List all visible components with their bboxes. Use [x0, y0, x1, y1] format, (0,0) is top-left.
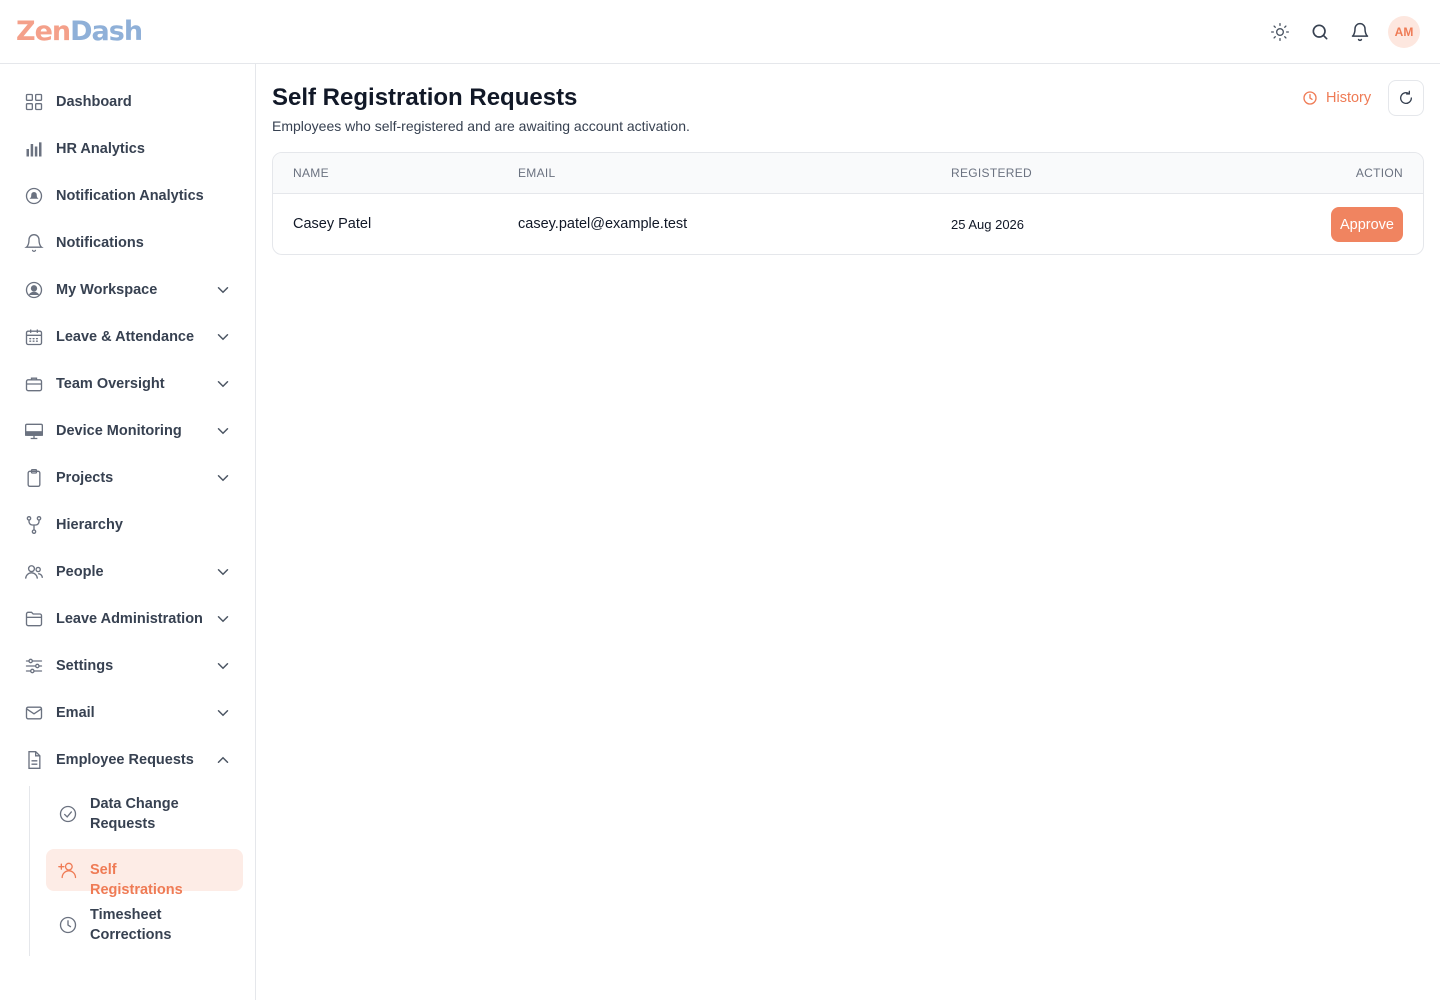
- sidebar-item-projects[interactable]: Projects: [16, 458, 244, 498]
- sidebar-item-settings[interactable]: Settings: [16, 646, 244, 686]
- mail-icon: [25, 706, 43, 720]
- sidebar-item-email[interactable]: Email: [16, 693, 244, 733]
- user-circle-icon: [25, 281, 43, 299]
- sidebar-subitem-label: Self Registrations: [90, 862, 183, 898]
- avatar[interactable]: AM: [1388, 16, 1420, 48]
- sidebar-item-label: Projects: [56, 470, 114, 486]
- sidebar-item-leave-attendance[interactable]: Leave & Attendance: [16, 317, 244, 357]
- table-header: NAME EMAIL REGISTERED ACTION: [273, 153, 1423, 194]
- chevron-down-icon[interactable]: [214, 704, 232, 722]
- sidebar-item-label: Leave Administration: [56, 611, 203, 627]
- column-header-email: EMAIL: [518, 166, 556, 180]
- chevron-down-icon[interactable]: [214, 563, 232, 581]
- page-title: Self Registration Requests: [272, 84, 578, 111]
- branch-icon: [26, 516, 42, 534]
- calendar-icon: [25, 329, 43, 346]
- sliders-icon: [25, 658, 43, 674]
- clock-icon: [1303, 91, 1317, 105]
- column-header-action: ACTION: [1355, 166, 1403, 180]
- briefcase-icon: [25, 377, 43, 392]
- sidebar-subitem-label: Timesheet Corrections: [90, 907, 172, 943]
- refresh-icon: [1400, 90, 1413, 104]
- submenu-divider: [29, 786, 30, 956]
- sidebar-item-notifications[interactable]: Notifications: [16, 223, 244, 263]
- users-icon: [25, 565, 43, 579]
- clipboard-icon: [27, 469, 41, 487]
- refresh-button[interactable]: [1388, 80, 1424, 116]
- sidebar-item-label: Leave & Attendance: [56, 329, 195, 345]
- sidebar-item-label: Dashboard: [56, 94, 132, 110]
- monitor-icon: [25, 423, 43, 440]
- registrations-table: NAME EMAIL REGISTERED ACTION Casey Patel…: [272, 152, 1424, 255]
- sidebar-item-employee-requests[interactable]: Employee Requests: [16, 740, 244, 780]
- check-circle-icon: [59, 805, 77, 823]
- folder-icon: [25, 611, 43, 627]
- sun-icon[interactable]: [1268, 16, 1292, 48]
- bell-circle-icon: [25, 187, 43, 205]
- top-bar: ZenDash AM: [0, 0, 1440, 64]
- search-icon[interactable]: [1308, 16, 1332, 48]
- sidebar-subitem-data-change-requests[interactable]: Data Change Requests: [46, 790, 243, 838]
- chevron-down-icon[interactable]: [214, 657, 232, 675]
- cell-name: Casey Patel: [293, 216, 372, 232]
- clock-icon: [59, 916, 77, 934]
- sidebar-item-hierarchy[interactable]: Hierarchy: [16, 505, 244, 545]
- sidebar-item-device-monitoring[interactable]: Device Monitoring: [16, 411, 244, 451]
- cell-registered: 25 Aug 2026: [951, 217, 1025, 232]
- history-button[interactable]: History: [1302, 86, 1371, 110]
- app-logo[interactable]: ZenDash: [16, 16, 143, 47]
- sidebar-item-hr-analytics[interactable]: HR Analytics: [16, 129, 244, 169]
- page-subtitle: Employees who self-registered and are aw…: [272, 118, 690, 134]
- document-icon: [28, 751, 41, 769]
- sidebar-item-label: Hierarchy: [56, 517, 123, 533]
- sidebar-item-label: Settings: [56, 658, 114, 674]
- column-header-registered: REGISTERED: [951, 166, 1033, 180]
- sidebar-item-people[interactable]: People: [16, 552, 244, 592]
- sidebar-item-label: Team Oversight: [56, 376, 165, 392]
- table-row: Casey Patel casey.patel@example.test 25 …: [273, 194, 1423, 254]
- sidebar: Dashboard HR Analytics Notification Anal…: [0, 64, 256, 1000]
- chevron-up-icon[interactable]: [214, 751, 232, 769]
- sidebar-item-label: My Workspace: [56, 282, 158, 298]
- chevron-down-icon[interactable]: [214, 422, 232, 440]
- bell-icon: [24, 234, 44, 253]
- sidebar-item-label: Email: [56, 705, 95, 721]
- sidebar-item-my-workspace[interactable]: My Workspace: [16, 270, 244, 310]
- chevron-down-icon[interactable]: [214, 375, 232, 393]
- sidebar-item-notification-analytics[interactable]: Notification Analytics: [16, 176, 244, 216]
- chevron-down-icon[interactable]: [214, 610, 232, 628]
- sidebar-item-label: Employee Requests: [56, 752, 194, 768]
- top-actions: AM: [1268, 16, 1420, 48]
- sidebar-subitem-label: Data Change Requests: [90, 796, 179, 832]
- sidebar-subitem-timesheet-corrections[interactable]: Timesheet Corrections: [46, 901, 243, 949]
- sidebar-item-dashboard[interactable]: Dashboard: [16, 82, 244, 122]
- sidebar-item-label: Device Monitoring: [56, 423, 182, 439]
- sidebar-item-label: Notifications: [56, 235, 144, 251]
- history-label: History: [1326, 90, 1372, 106]
- sidebar-item-team-oversight[interactable]: Team Oversight: [16, 364, 244, 404]
- chevron-down-icon[interactable]: [214, 281, 232, 299]
- chevron-down-icon[interactable]: [214, 469, 232, 487]
- cell-email: casey.patel@example.test: [518, 216, 688, 232]
- approve-button[interactable]: Approve: [1330, 207, 1403, 242]
- sidebar-item-leave-administration[interactable]: Leave Administration: [16, 599, 244, 639]
- sidebar-item-label: People: [56, 564, 104, 580]
- sidebar-item-label: Notification Analytics: [56, 188, 204, 204]
- sidebar-item-label: HR Analytics: [56, 141, 145, 157]
- chevron-down-icon[interactable]: [214, 328, 232, 346]
- user-plus-icon: [58, 862, 77, 879]
- column-header-name: NAME: [293, 166, 329, 180]
- sidebar-subitem-self-registrations[interactable]: Self Registrations: [46, 849, 243, 898]
- bar-chart-icon: [26, 142, 42, 157]
- grid-icon: [25, 93, 43, 111]
- bell-icon[interactable]: [1348, 16, 1372, 48]
